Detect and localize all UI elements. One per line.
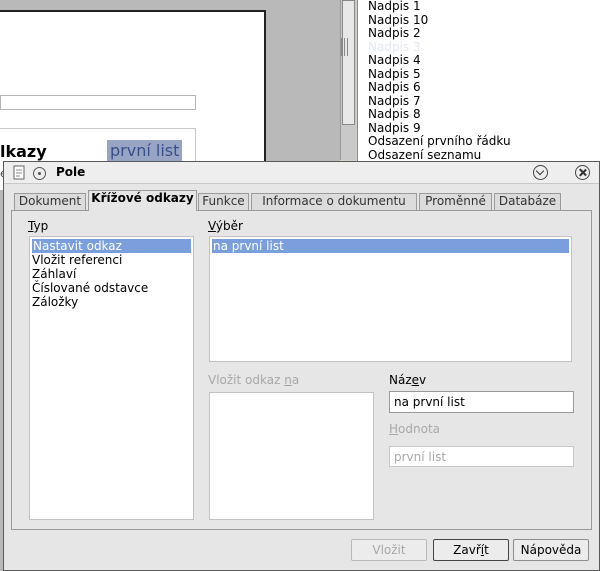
document-highlighted-text: první list <box>107 140 183 161</box>
type-item[interactable]: Záhlaví <box>32 267 76 281</box>
type-item-selected[interactable]: Nastavit odkaz <box>32 239 191 253</box>
tab-krizove-odkazy[interactable]: Křížové odkazy <box>88 190 197 211</box>
name-label: Název <box>389 373 427 387</box>
close-icon[interactable] <box>575 165 590 180</box>
styles-list[interactable]: Nadpis 1 Nadpis 10 Nadpis 2 Nadpis 3 Nad… <box>357 0 600 165</box>
document-heading: lkazy <box>0 142 47 161</box>
style-item[interactable]: Nadpis 10 <box>368 13 428 27</box>
fields-dialog: Pole Dokument Křížové odkazy Funkce Info… <box>3 161 600 571</box>
insert-reference-label: Vložit odkaz na <box>208 373 300 387</box>
cross-references-panel: Typ Nastavit odkaz Vložit referenci Záhl… <box>11 210 592 530</box>
selection-label: Výběr <box>208 219 243 233</box>
type-item[interactable]: Číslované odstavce <box>32 281 148 295</box>
style-item[interactable]: Nadpis 5 <box>368 67 421 81</box>
insert-reference-list[interactable] <box>209 392 374 520</box>
scrollbar-thumb[interactable] <box>342 0 355 125</box>
selection-list[interactable]: na první list <box>209 236 572 362</box>
document-scrollbar[interactable] <box>340 0 356 160</box>
help-button[interactable]: Nápověda <box>513 539 589 561</box>
document-icon <box>13 165 25 180</box>
name-input[interactable]: na první list <box>389 391 574 413</box>
style-item[interactable]: Nadpis 8 <box>368 108 421 121</box>
type-item[interactable]: Záložky <box>32 295 78 309</box>
style-item-selected[interactable]: Nadpis 3 <box>368 40 421 54</box>
type-label: Typ <box>28 219 49 233</box>
insert-button[interactable]: Vložit <box>351 539 427 561</box>
value-input[interactable]: první list <box>389 446 574 467</box>
collapse-icon[interactable] <box>533 165 548 180</box>
dialog-titlebar[interactable]: Pole <box>4 162 599 184</box>
style-item[interactable]: Nadpis 7 <box>368 94 421 108</box>
tab-informace-o-dokumentu[interactable]: Informace o dokumentu <box>251 193 417 210</box>
style-item[interactable]: Odsazení seznamu <box>368 148 481 162</box>
style-item[interactable]: Nadpis 4 <box>368 54 421 67</box>
style-item[interactable]: Nadpis 2 <box>368 27 421 40</box>
type-item[interactable]: Vložit referenci <box>32 253 122 267</box>
document-field <box>0 95 196 110</box>
tab-databaze[interactable]: Databáze <box>494 193 561 210</box>
window-menu-icon[interactable] <box>33 167 46 180</box>
type-list[interactable]: Nastavit odkaz Vložit referenci Záhlaví … <box>29 236 194 520</box>
style-item[interactable]: Odsazení prvního řádku <box>368 135 511 148</box>
style-item[interactable]: Nadpis 9 <box>368 121 421 135</box>
style-item[interactable]: Nadpis 6 <box>368 81 421 94</box>
tab-dokument[interactable]: Dokument <box>14 193 86 210</box>
style-item[interactable]: Nadpis 1 <box>368 0 421 13</box>
selection-item-selected[interactable]: na první list <box>212 239 569 253</box>
dialog-title: Pole <box>56 165 86 179</box>
value-label: Hodnota <box>389 422 440 436</box>
panel-splitter-grip[interactable] <box>341 38 349 56</box>
close-button[interactable]: Zavřít <box>433 539 509 561</box>
tab-funkce[interactable]: Funkce <box>198 193 249 210</box>
tab-promenne[interactable]: Proměnné <box>419 193 492 210</box>
